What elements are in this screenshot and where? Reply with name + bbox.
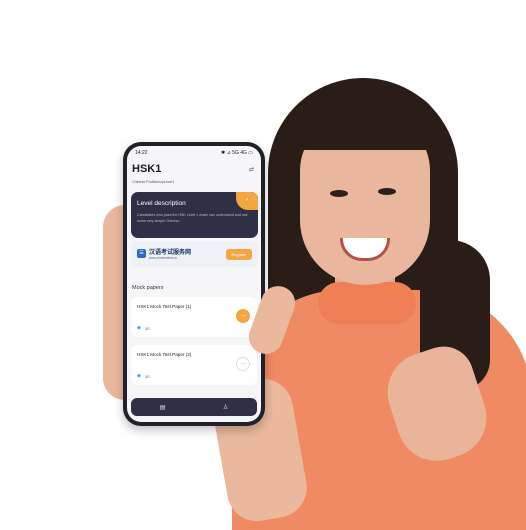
diamond-icon: ◆	[137, 373, 141, 379]
arrow-right-icon[interactable]: →	[236, 357, 250, 371]
mock-paper-title: HSK1 Mock Test Paper (1)	[137, 304, 192, 309]
register-button[interactable]: Register	[226, 249, 252, 260]
person-turtleneck	[318, 282, 416, 324]
status-time: 14:22	[135, 150, 148, 156]
chevron-right-icon[interactable]: ›	[236, 192, 258, 210]
chinesetest-logo-icon: ☰	[137, 249, 146, 258]
level-description-card[interactable]: › Level description Candidates who pass …	[131, 192, 258, 238]
phone-screen: 14:22 ✱ ⊿ 5G 4G ▭ HSK1 ⇄ Chinese Profici…	[127, 146, 261, 422]
person-right-eye	[378, 188, 396, 195]
status-bar: 14:22 ✱ ⊿ 5G 4G ▭	[135, 150, 253, 158]
chinesetest-banner[interactable]: ☰ 汉语考试服务网 www.chinesetest.cn Register	[131, 241, 258, 267]
list-icon[interactable]: ▤	[160, 404, 166, 411]
gem-count: 10	[145, 326, 150, 331]
person-fringe	[292, 90, 442, 150]
mock-paper-title: HSK1 Mock Test Paper (2)	[137, 352, 192, 357]
page-title: HSK1	[132, 163, 162, 175]
level-card-title: Level description	[137, 200, 186, 207]
mock-paper-card[interactable]: HSK1 Mock Test Paper (2) ◆ 10 →	[131, 345, 257, 385]
mock-paper-card[interactable]: HSK1 Mock Test Paper (1) ◆ 10 →	[131, 297, 257, 337]
arrow-right-icon[interactable]: →	[236, 309, 250, 323]
swap-icon[interactable]: ⇄	[249, 166, 254, 173]
gem-count: 10	[145, 374, 150, 379]
banner-name: 汉语考试服务网	[149, 250, 192, 256]
status-icons: ✱ ⊿ 5G 4G ▭	[221, 150, 253, 156]
section-title: Mock papers	[132, 285, 164, 291]
page-subtitle: Chinese ProficiencyLevel1	[132, 180, 175, 184]
banner-url: www.chinesetest.cn	[149, 256, 177, 260]
person-left-eye	[330, 190, 348, 197]
bottom-tab-bar: ▤ ♙	[131, 398, 257, 416]
diamond-icon: ◆	[137, 325, 141, 331]
profile-icon[interactable]: ♙	[223, 404, 228, 411]
level-card-text: Candidates who pass the HSK Level 1 exam…	[137, 213, 248, 223]
